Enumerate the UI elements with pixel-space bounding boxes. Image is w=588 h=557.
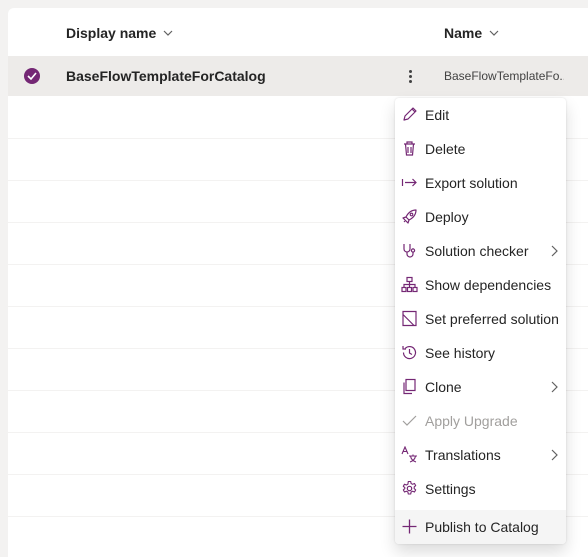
menu-item-label: Set preferred solution	[425, 311, 559, 327]
menu-item-see-history[interactable]: See history	[395, 336, 566, 370]
menu-item-label: Deploy	[425, 209, 469, 225]
menu-item-label: See history	[425, 345, 496, 361]
menu-item-label: Apply Upgrade	[425, 413, 518, 429]
menu-item-solution-checker[interactable]: Solution checker	[395, 234, 566, 268]
column-header-name[interactable]: Name	[444, 25, 500, 41]
rocket-icon	[402, 209, 417, 224]
menu-item-label: Translations	[425, 447, 501, 463]
stethoscope-icon	[403, 244, 416, 258]
gear-icon	[402, 480, 417, 495]
more-options-icon[interactable]	[400, 64, 420, 88]
menu-item-edit[interactable]: Edit	[395, 98, 566, 132]
menu-item-label: Edit	[425, 107, 450, 123]
menu-item-export-solution[interactable]: Export solution	[395, 166, 566, 200]
menu-item-set-preferred-solution[interactable]: Set preferred solution	[395, 302, 566, 336]
checkmark-icon	[402, 415, 417, 426]
chevron-right-icon	[551, 245, 558, 257]
column-header-name-label: Name	[444, 25, 483, 41]
menu-item-show-dependencies[interactable]: Show dependencies	[395, 268, 566, 302]
menu-item-deploy[interactable]: Deploy	[395, 200, 566, 234]
menu-item-label: Delete	[425, 141, 466, 157]
row-selected-checkmark-icon[interactable]	[24, 68, 40, 84]
menu-item-label: Publish to Catalog	[425, 519, 539, 535]
menu-item-delete[interactable]: Delete	[395, 132, 566, 166]
copy-icon	[403, 378, 416, 395]
export-arrow-icon	[401, 178, 417, 187]
menu-item-label: Export solution	[425, 175, 518, 191]
trash-icon	[404, 141, 415, 156]
menu-item-label: Settings	[425, 481, 476, 497]
hierarchy-icon	[401, 276, 418, 293]
pencil-icon	[403, 107, 417, 121]
document-icon	[402, 310, 417, 327]
menu-item-publish-to-catalog[interactable]: Publish to Catalog	[395, 510, 566, 544]
menu-item-label: Show dependencies	[425, 277, 552, 293]
column-header-display-name-label: Display name	[66, 25, 157, 41]
history-icon	[402, 346, 417, 360]
table-row[interactable]: BaseFlowTemplateForCatalog BaseFlowTempl…	[8, 56, 588, 96]
column-header-display-name[interactable]: Display name	[66, 25, 174, 41]
menu-item-apply-upgrade: Apply Upgrade	[395, 404, 566, 438]
menu-item-clone[interactable]: Clone	[395, 370, 566, 404]
menu-item-settings[interactable]: Settings	[395, 472, 566, 506]
menu-item-translations[interactable]: Translations	[395, 438, 566, 472]
chevron-down-icon	[489, 30, 499, 36]
chevron-down-icon	[163, 30, 173, 36]
grid-header: Display name Name	[8, 8, 588, 57]
chevron-right-icon	[551, 449, 558, 461]
row-name: BaseFlowTemplateFo...	[444, 69, 564, 83]
translate-icon	[401, 446, 417, 463]
menu-item-label: Clone	[425, 379, 462, 395]
row-display-name[interactable]: BaseFlowTemplateForCatalog	[66, 68, 266, 84]
plus-icon	[402, 519, 417, 534]
menu-item-label: Solution checker	[425, 243, 529, 259]
chevron-right-icon	[551, 381, 558, 393]
context-menu: Edit Delete Export solution Deploy Solut…	[395, 98, 566, 544]
